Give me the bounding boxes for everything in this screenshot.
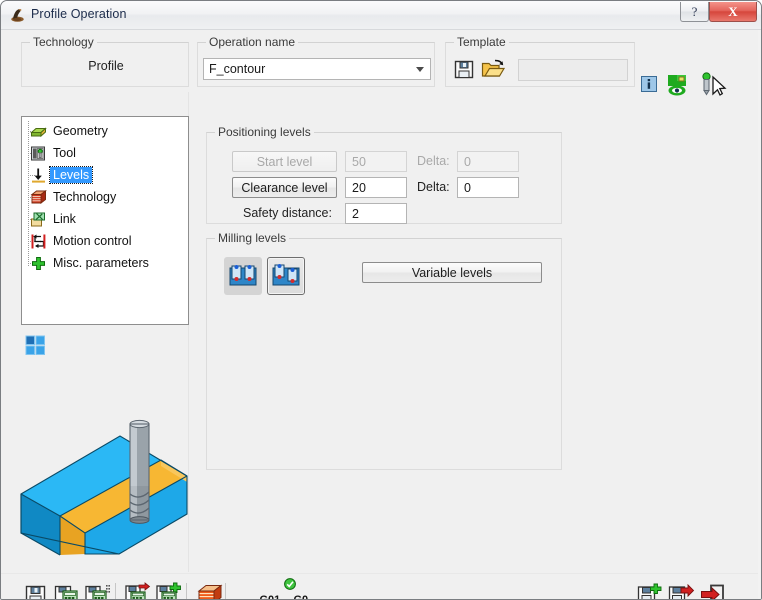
- tree-item-label: Motion control: [53, 234, 132, 248]
- save-calculate-list-icon[interactable]: [85, 582, 111, 599]
- right-edge: [758, 30, 761, 599]
- start-level-delta-label: Delta:: [417, 154, 450, 168]
- geometry-icon: [30, 123, 47, 140]
- clearance-level-delta-label: Delta:: [417, 180, 450, 194]
- positioning-levels-group: Positioning levels Start level 50 Delta:…: [206, 125, 562, 224]
- close-button[interactable]: X: [709, 2, 757, 22]
- plus-icon: [30, 255, 47, 272]
- save-exit-icon[interactable]: [668, 582, 695, 599]
- technology-group-label: Technology: [30, 35, 97, 49]
- tree-item-label: Technology: [53, 190, 117, 204]
- gcode-line-1: G0: [293, 594, 309, 600]
- milling-levels-group: Milling levels Variable levels: [206, 231, 562, 470]
- calculate-add-icon[interactable]: [156, 582, 182, 599]
- stock-icon[interactable]: [197, 582, 223, 599]
- help-button[interactable]: ?: [680, 2, 709, 22]
- tree-item-label: Levels: [48, 166, 94, 184]
- milling-tool-icon: [9, 7, 26, 24]
- technology-icon: [30, 189, 47, 206]
- tree-item-label: Misc. parameters: [53, 256, 149, 270]
- tree-item-label: Link: [53, 212, 76, 226]
- tree-item-link[interactable]: Link: [22, 208, 188, 230]
- template-group-label: Template: [454, 35, 509, 49]
- start-level-field[interactable]: 50: [345, 151, 407, 172]
- dialog-window: Profile Operation ? X Technology Profile…: [0, 0, 762, 600]
- title-bar: Profile Operation ? X: [1, 1, 761, 30]
- link-icon: [30, 211, 47, 228]
- save-new-icon[interactable]: [637, 582, 663, 599]
- template-name-field[interactable]: [518, 59, 628, 81]
- technology-group: Technology Profile: [21, 35, 189, 87]
- grid-view-icon[interactable]: [25, 335, 46, 356]
- left-panel: Geometry Tool Levels Technology Link Mot…: [1, 92, 189, 572]
- save-and-calculate-icon[interactable]: [54, 582, 80, 599]
- clearance-level-field[interactable]: 20: [345, 177, 407, 198]
- safety-distance-field[interactable]: 2: [345, 203, 407, 224]
- variable-levels-button[interactable]: Variable levels: [362, 262, 542, 283]
- tree-item-misc-parameters[interactable]: Misc. parameters: [22, 252, 188, 274]
- save-icon[interactable]: [23, 582, 49, 599]
- technology-value: Profile: [88, 59, 124, 73]
- operation-name-group-label: Operation name: [206, 35, 299, 49]
- bottom-toolbar: G01 G00 G0 G00: [1, 573, 761, 600]
- constant-levels-icon[interactable]: [224, 257, 262, 295]
- positioning-levels-group-label: Positioning levels: [215, 125, 314, 139]
- exit-icon[interactable]: [700, 582, 726, 599]
- template-group: Template: [445, 35, 635, 87]
- milling-levels-group-label: Milling levels: [215, 231, 290, 245]
- tree-item-motion-control[interactable]: Motion control: [22, 230, 188, 252]
- operation-name-combobox[interactable]: F_contour: [203, 58, 431, 80]
- chevron-down-icon[interactable]: [410, 59, 430, 79]
- tree-item-tool[interactable]: Tool: [22, 142, 188, 164]
- save-template-icon[interactable]: [454, 60, 474, 79]
- dialog-client-area: Technology Profile Operation name F_cont…: [1, 30, 761, 599]
- tree-item-label: Tool: [53, 146, 76, 160]
- tree-item-technology[interactable]: Technology: [22, 186, 188, 208]
- clearance-level-button[interactable]: Clearance level: [232, 177, 337, 198]
- variable-levels-icon[interactable]: [267, 257, 305, 295]
- levels-icon: [30, 167, 47, 184]
- ok-badge: [284, 578, 296, 590]
- tree-item-geometry[interactable]: Geometry: [22, 120, 188, 142]
- tree-item-label: Geometry: [53, 124, 108, 138]
- motion-control-icon: [30, 233, 47, 250]
- operation-name-value[interactable]: F_contour: [204, 62, 410, 76]
- tree-item-levels[interactable]: Levels: [22, 164, 188, 186]
- open-folder-icon[interactable]: [481, 59, 506, 80]
- main-panel: Positioning levels Start level 50 Delta:…: [190, 92, 761, 572]
- calculate-icon[interactable]: [125, 582, 151, 599]
- clearance-level-delta-field[interactable]: 0: [457, 177, 519, 198]
- start-level-delta-field[interactable]: 0: [457, 151, 519, 172]
- operation-name-group: Operation name F_contour: [197, 35, 435, 87]
- safety-distance-label: Safety distance:: [243, 206, 332, 220]
- window-title: Profile Operation: [31, 7, 127, 21]
- tool-icon: [30, 145, 47, 162]
- info-icon[interactable]: [641, 76, 657, 92]
- operation-tree[interactable]: Geometry Tool Levels Technology Link Mot…: [21, 116, 189, 325]
- profile-operation-preview: [15, 402, 193, 567]
- start-level-button[interactable]: Start level: [232, 151, 337, 172]
